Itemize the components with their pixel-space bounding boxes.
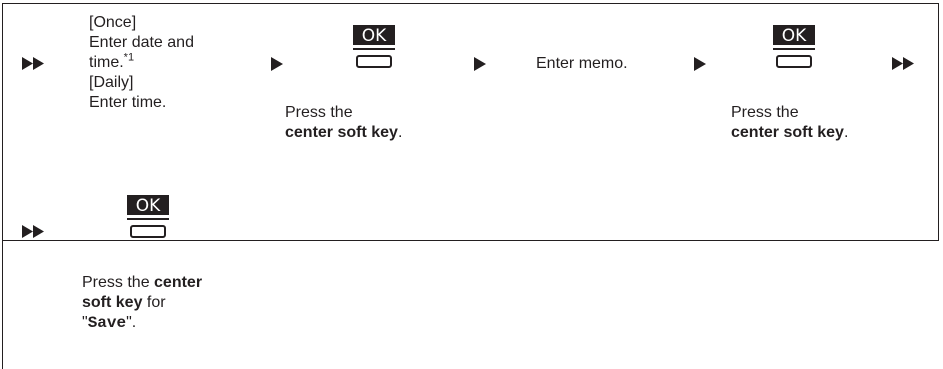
arrow-icon xyxy=(271,57,283,71)
instruction-table: [Once] Enter date and time.*1 [Daily] En… xyxy=(0,0,943,369)
double-arrow-icon xyxy=(892,57,914,70)
step2-line1: Press the xyxy=(285,104,353,121)
step4-text: Press the center soft key. xyxy=(731,103,848,143)
step3-text: Enter memo. xyxy=(536,55,628,72)
step4-end: . xyxy=(843,124,849,141)
save-label: Save xyxy=(87,314,127,332)
center-soft-key-label: center soft key xyxy=(731,124,844,141)
step5-mid: for xyxy=(142,294,166,311)
arrow-icon xyxy=(474,57,486,71)
step2-text: Press the center soft key. xyxy=(285,103,402,143)
step1-daily-label: [Daily] xyxy=(89,74,134,91)
step1-text: [Once] Enter date and time.*1 [Daily] En… xyxy=(89,13,194,113)
table-border-top xyxy=(2,3,939,4)
step1-line2: Enter date and xyxy=(89,34,194,51)
ok-label: OK xyxy=(782,26,807,46)
step4-line1: Press the xyxy=(731,104,799,121)
table-border-right xyxy=(938,3,939,241)
soft-key-label: soft key xyxy=(82,294,143,311)
quote-close: ". xyxy=(126,314,137,331)
step2-end: . xyxy=(397,124,403,141)
step1-once-label: [Once] xyxy=(89,14,137,31)
ok-label: OK xyxy=(362,26,387,46)
arrow-icon xyxy=(694,57,706,71)
ok-soft-key-icon: OK xyxy=(127,195,169,241)
double-arrow-icon xyxy=(22,57,44,70)
ok-soft-key-icon: OK xyxy=(773,25,815,71)
step1-line5: Enter time. xyxy=(89,94,167,111)
center-soft-key-label: center soft key xyxy=(285,124,398,141)
step5-pre: Press the xyxy=(82,274,155,291)
center-label: center xyxy=(154,274,203,291)
ok-label: OK xyxy=(136,196,161,216)
step1-line3: time. xyxy=(89,54,124,71)
ok-soft-key-icon: OK xyxy=(353,25,395,71)
table-border-left xyxy=(2,3,3,369)
footnote-ref: *1 xyxy=(123,51,135,64)
step5-text: Press the center soft key for "Save". xyxy=(82,273,202,333)
double-arrow-icon xyxy=(22,225,44,238)
